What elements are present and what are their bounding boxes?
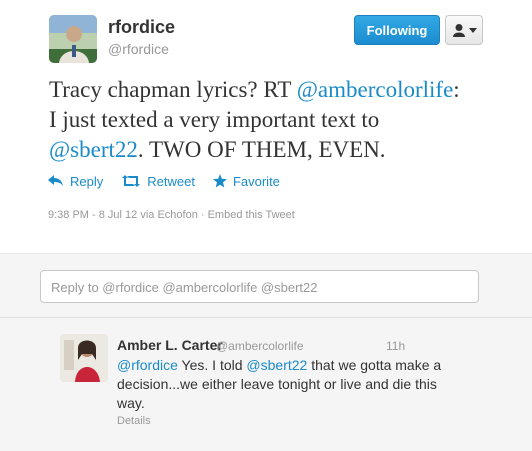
tweet-timestamp-meta[interactable]: 9:38 PM - 8 Jul 12 via Echofon · Embed t…	[48, 209, 295, 221]
user-actions-dropdown[interactable]	[445, 15, 483, 45]
display-name[interactable]: rfordice	[108, 17, 175, 38]
reply-author-handle[interactable]: @ambercolorlife	[216, 339, 304, 353]
tweet-actions: Reply Retweet Favorite	[48, 172, 298, 190]
tweet-text-part: . TWO OF THEM, EVEN.	[137, 137, 386, 162]
reply-section: Reply to @rfordice @ambercolorlife @sber…	[0, 253, 532, 451]
retweet-label: Retweet	[147, 173, 195, 189]
mention-link[interactable]: @rfordice	[117, 357, 178, 373]
favorite-action[interactable]: Favorite	[212, 173, 280, 189]
reply-text: @rfordice Yes. I told @sbert22 that we g…	[117, 356, 467, 413]
screen-name[interactable]: @rfordice	[108, 41, 169, 57]
tweet-text-part: :	[453, 77, 460, 102]
reply-author-name[interactable]: Amber L. Carter	[117, 337, 223, 353]
favorite-label: Favorite	[232, 173, 280, 189]
mention-link[interactable]: @sbert22	[246, 357, 307, 373]
mention-link[interactable]: @sbert22	[49, 137, 138, 162]
following-button[interactable]: Following	[354, 15, 440, 45]
caret-down-icon	[468, 27, 477, 33]
tweet-text-part: Tracy chapman lyrics? RT	[49, 77, 297, 102]
retweet-icon	[122, 175, 141, 187]
main-tweet: rfordice @rfordice Following Tracy chapm…	[0, 0, 532, 253]
tweet-text: Tracy chapman lyrics? RT @ambercolorlife…	[49, 75, 509, 165]
mention-link[interactable]: @ambercolorlife	[297, 77, 454, 102]
reply-action[interactable]: Reply	[48, 174, 103, 189]
reply-text-part: Yes. I told	[177, 357, 247, 373]
retweet-action[interactable]: Retweet	[121, 174, 195, 189]
user-icon	[452, 24, 465, 37]
details-link[interactable]: Details	[117, 415, 151, 427]
reply-tweet[interactable]: Amber L. Carter @ambercolorlife 11h @rfo…	[0, 318, 532, 451]
reply-avatar[interactable]	[60, 334, 108, 382]
reply-input[interactable]: Reply to @rfordice @ambercolorlife @sber…	[40, 270, 479, 303]
tweet-text-part: I just texted a very important text to	[49, 107, 380, 132]
reply-icon	[48, 175, 63, 186]
reply-time[interactable]: 11h	[386, 339, 405, 353]
reply-label: Reply	[70, 173, 104, 189]
favorite-star-icon	[212, 174, 227, 188]
user-avatar[interactable]	[49, 15, 97, 63]
